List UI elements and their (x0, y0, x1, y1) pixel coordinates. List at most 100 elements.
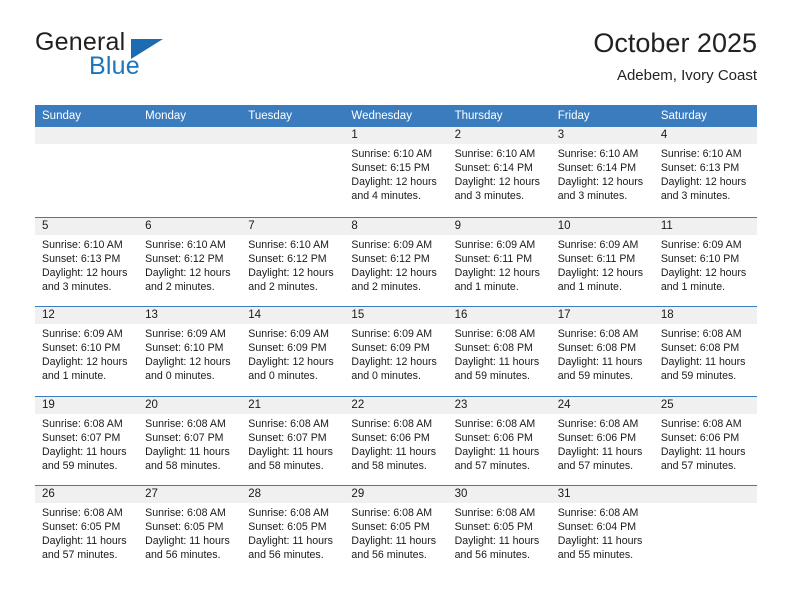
calendar-week-row: 5 Sunrise: 6:10 AM Sunset: 6:13 PM Daylight… (35, 216, 757, 306)
day-number: 1 (344, 127, 448, 144)
day-cell-empty (138, 127, 242, 217)
day-cell[interactable]: 19 Sunrise: 6:08 AM Sunset: 6:07 PM Dayligh… (35, 396, 139, 485)
day-cell[interactable]: 3 Sunrise: 6:10 AM Sunset: 6:14 PM Daylight… (550, 127, 654, 217)
day-cell[interactable]: 7 Sunrise: 6:10 AM Sunset: 6:12 PM Daylight… (241, 217, 345, 306)
day-cell[interactable]: 12 Sunrise: 6:09 AM Sunset: 6:10 PM Dayligh… (35, 307, 139, 396)
day-cell[interactable]: 10 Sunrise: 6:09 AM Sunset: 6:11 PM Dayligh… (550, 217, 654, 306)
page-subtitle: Adebem, Ivory Coast (616, 67, 757, 84)
daylight-text: Daylight: 12 hours and 3 minutes. (42, 266, 128, 293)
day-cell[interactable]: 15 Sunrise: 6:09 AM Sunset: 6:09 PM Dayligh… (344, 307, 448, 396)
day-details: Sunrise: 6:08 AM Sunset: 6:08 PM Daylight:… (448, 324, 551, 383)
day-number: 28 (241, 486, 345, 503)
logo[interactable]: General Blue (35, 28, 275, 90)
day-cell[interactable]: 18 Sunrise: 6:08 AM Sunset: 6:08 PM Dayligh… (653, 307, 757, 396)
sunset-text: Sunset: 6:07 PM (248, 431, 327, 444)
sunrise-text: Sunrise: 6:10 AM (660, 148, 742, 160)
day-cell-empty (653, 486, 757, 575)
day-cell[interactable]: 11 Sunrise: 6:09 AM Sunset: 6:10 PM Dayligh… (653, 217, 757, 306)
day-details: Sunrise: 6:09 AM Sunset: 6:09 PM Daylight:… (241, 324, 344, 383)
day-details: Sunrise: 6:08 AM Sunset: 6:04 PM Daylight:… (551, 503, 654, 562)
day-cell[interactable]: 31 Sunrise: 6:08 AM Sunset: 6:04 PM Dayligh… (550, 486, 654, 575)
daylight-text: Daylight: 12 hours and 4 minutes. (351, 176, 437, 203)
daylight-text: Daylight: 12 hours and 1 minute. (660, 266, 747, 293)
day-cell[interactable]: 27 Sunrise: 6:08 AM Sunset: 6:05 PM Dayligh… (138, 486, 242, 575)
day-details: Sunrise: 6:08 AM Sunset: 6:07 PM Daylight:… (138, 414, 241, 473)
daylight-text: Daylight: 11 hours and 57 minutes. (660, 445, 746, 472)
weekday-header-thursday: Thursday (454, 110, 503, 122)
day-cell[interactable]: 9 Sunrise: 6:09 AM Sunset: 6:11 PM Daylight… (447, 217, 551, 306)
day-cell[interactable]: 25 Sunrise: 6:08 AM Sunset: 6:06 PM Dayligh… (653, 396, 757, 485)
page-title: October 2025 (593, 28, 757, 58)
day-cell[interactable]: 30 Sunrise: 6:08 AM Sunset: 6:05 PM Dayligh… (447, 486, 551, 575)
sunset-text: Sunset: 6:05 PM (145, 521, 224, 534)
weekday-header-wednesday: Wednesday (351, 110, 412, 122)
sunrise-text: Sunrise: 6:10 AM (145, 238, 226, 251)
daylight-text: Daylight: 11 hours and 56 minutes. (145, 535, 230, 562)
day-details: Sunrise: 6:09 AM Sunset: 6:11 PM Daylight:… (551, 235, 654, 294)
day-cell[interactable]: 23 Sunrise: 6:08 AM Sunset: 6:06 PM Dayligh… (447, 396, 551, 485)
sunrise-text: Sunrise: 6:10 AM (42, 238, 123, 251)
weekday-header-sunday: Sunday (42, 110, 82, 122)
day-number: 25 (653, 396, 757, 414)
day-cell[interactable]: 6 Sunrise: 6:10 AM Sunset: 6:12 PM Daylight… (138, 217, 242, 306)
day-cell[interactable]: 16 Sunrise: 6:08 AM Sunset: 6:08 PM Dayligh… (447, 307, 551, 396)
day-cell[interactable]: 21 Sunrise: 6:08 AM Sunset: 6:07 PM Dayligh… (241, 396, 345, 485)
sunrise-text: Sunrise: 6:09 AM (660, 238, 742, 251)
daylight-text: Daylight: 12 hours and 0 minutes. (351, 356, 437, 383)
day-cell[interactable]: 22 Sunrise: 6:08 AM Sunset: 6:06 PM Dayligh… (344, 396, 448, 485)
sunrise-text: Sunrise: 6:08 AM (454, 507, 536, 519)
sunset-text: Sunset: 6:08 PM (454, 342, 533, 355)
daylight-text: Daylight: 12 hours and 1 minute. (454, 266, 540, 293)
day-details: Sunrise: 6:10 AM Sunset: 6:13 PM Daylight:… (35, 235, 138, 294)
day-details: Sunrise: 6:08 AM Sunset: 6:05 PM Daylight:… (448, 503, 551, 562)
sunset-text: Sunset: 6:07 PM (145, 431, 224, 444)
daylight-text: Daylight: 12 hours and 2 minutes. (351, 266, 437, 293)
day-details: Sunrise: 6:10 AM Sunset: 6:13 PM Daylight:… (654, 144, 757, 203)
sunrise-text: Sunrise: 6:08 AM (454, 417, 536, 430)
day-cell[interactable]: 1 Sunrise: 6:10 AM Sunset: 6:15 PM Daylight… (344, 127, 448, 217)
day-cell[interactable]: 2 Sunrise: 6:10 AM Sunset: 6:14 PM Daylight… (447, 127, 551, 217)
sunset-text: Sunset: 6:14 PM (557, 162, 637, 175)
day-number: 8 (344, 217, 448, 235)
sunset-text: Sunset: 6:08 PM (660, 342, 740, 355)
sunset-text: Sunset: 6:12 PM (351, 252, 430, 265)
day-number: 20 (138, 396, 242, 414)
day-cell[interactable]: 26 Sunrise: 6:08 AM Sunset: 6:05 PM Dayligh… (35, 486, 139, 575)
sunset-text: Sunset: 6:04 PM (557, 521, 637, 534)
day-cell[interactable]: 14 Sunrise: 6:09 AM Sunset: 6:09 PM Dayligh… (241, 307, 345, 396)
day-cell[interactable]: 29 Sunrise: 6:08 AM Sunset: 6:05 PM Dayligh… (344, 486, 448, 575)
day-number: 24 (550, 396, 654, 414)
daylight-text: Daylight: 11 hours and 57 minutes. (42, 535, 127, 562)
day-cell[interactable]: 4 Sunrise: 6:10 AM Sunset: 6:13 PM Daylight… (653, 127, 757, 217)
daylight-text: Daylight: 12 hours and 3 minutes. (454, 176, 540, 203)
day-details: Sunrise: 6:09 AM Sunset: 6:12 PM Daylight:… (344, 235, 447, 294)
day-number: 31 (550, 486, 654, 503)
sunset-text: Sunset: 6:07 PM (42, 431, 121, 444)
title-block: October 2025 Adebem, Ivory Coast (593, 26, 757, 87)
sunrise-text: Sunrise: 6:08 AM (557, 507, 639, 519)
day-cell[interactable]: 5 Sunrise: 6:10 AM Sunset: 6:13 PM Daylight… (35, 217, 139, 306)
day-number: 14 (241, 307, 345, 324)
day-number: 30 (447, 486, 551, 503)
daylight-text: Daylight: 12 hours and 2 minutes. (145, 266, 231, 293)
day-cell[interactable]: 8 Sunrise: 6:09 AM Sunset: 6:12 PM Daylight… (344, 217, 448, 306)
sunrise-text: Sunrise: 6:08 AM (660, 328, 742, 340)
daylight-text: Daylight: 11 hours and 58 minutes. (248, 445, 333, 472)
daylight-text: Daylight: 11 hours and 57 minutes. (557, 445, 643, 472)
day-cell[interactable]: 17 Sunrise: 6:08 AM Sunset: 6:08 PM Dayligh… (550, 307, 654, 396)
day-cell[interactable]: 20 Sunrise: 6:08 AM Sunset: 6:07 PM Dayligh… (138, 396, 242, 485)
daylight-text: Daylight: 11 hours and 56 minutes. (248, 535, 333, 562)
day-details: Sunrise: 6:10 AM Sunset: 6:15 PM Daylight:… (344, 144, 447, 203)
calendar-week-row: 19 Sunrise: 6:08 AM Sunset: 6:07 PM Dayligh… (35, 395, 757, 485)
day-cell[interactable]: 13 Sunrise: 6:09 AM Sunset: 6:10 PM Dayligh… (138, 307, 242, 396)
sunset-text: Sunset: 6:11 PM (557, 252, 636, 265)
day-cell[interactable]: 24 Sunrise: 6:08 AM Sunset: 6:06 PM Dayligh… (550, 396, 654, 485)
day-details: Sunrise: 6:08 AM Sunset: 6:06 PM Daylight:… (654, 414, 757, 473)
daylight-text: Daylight: 11 hours and 59 minutes. (660, 356, 746, 383)
day-number: 17 (550, 307, 654, 324)
day-number: 29 (344, 486, 448, 503)
sunset-text: Sunset: 6:06 PM (660, 431, 740, 444)
day-number: 15 (344, 307, 448, 324)
day-cell[interactable]: 28 Sunrise: 6:08 AM Sunset: 6:05 PM Dayligh… (241, 486, 345, 575)
sunrise-text: Sunrise: 6:08 AM (145, 507, 226, 519)
